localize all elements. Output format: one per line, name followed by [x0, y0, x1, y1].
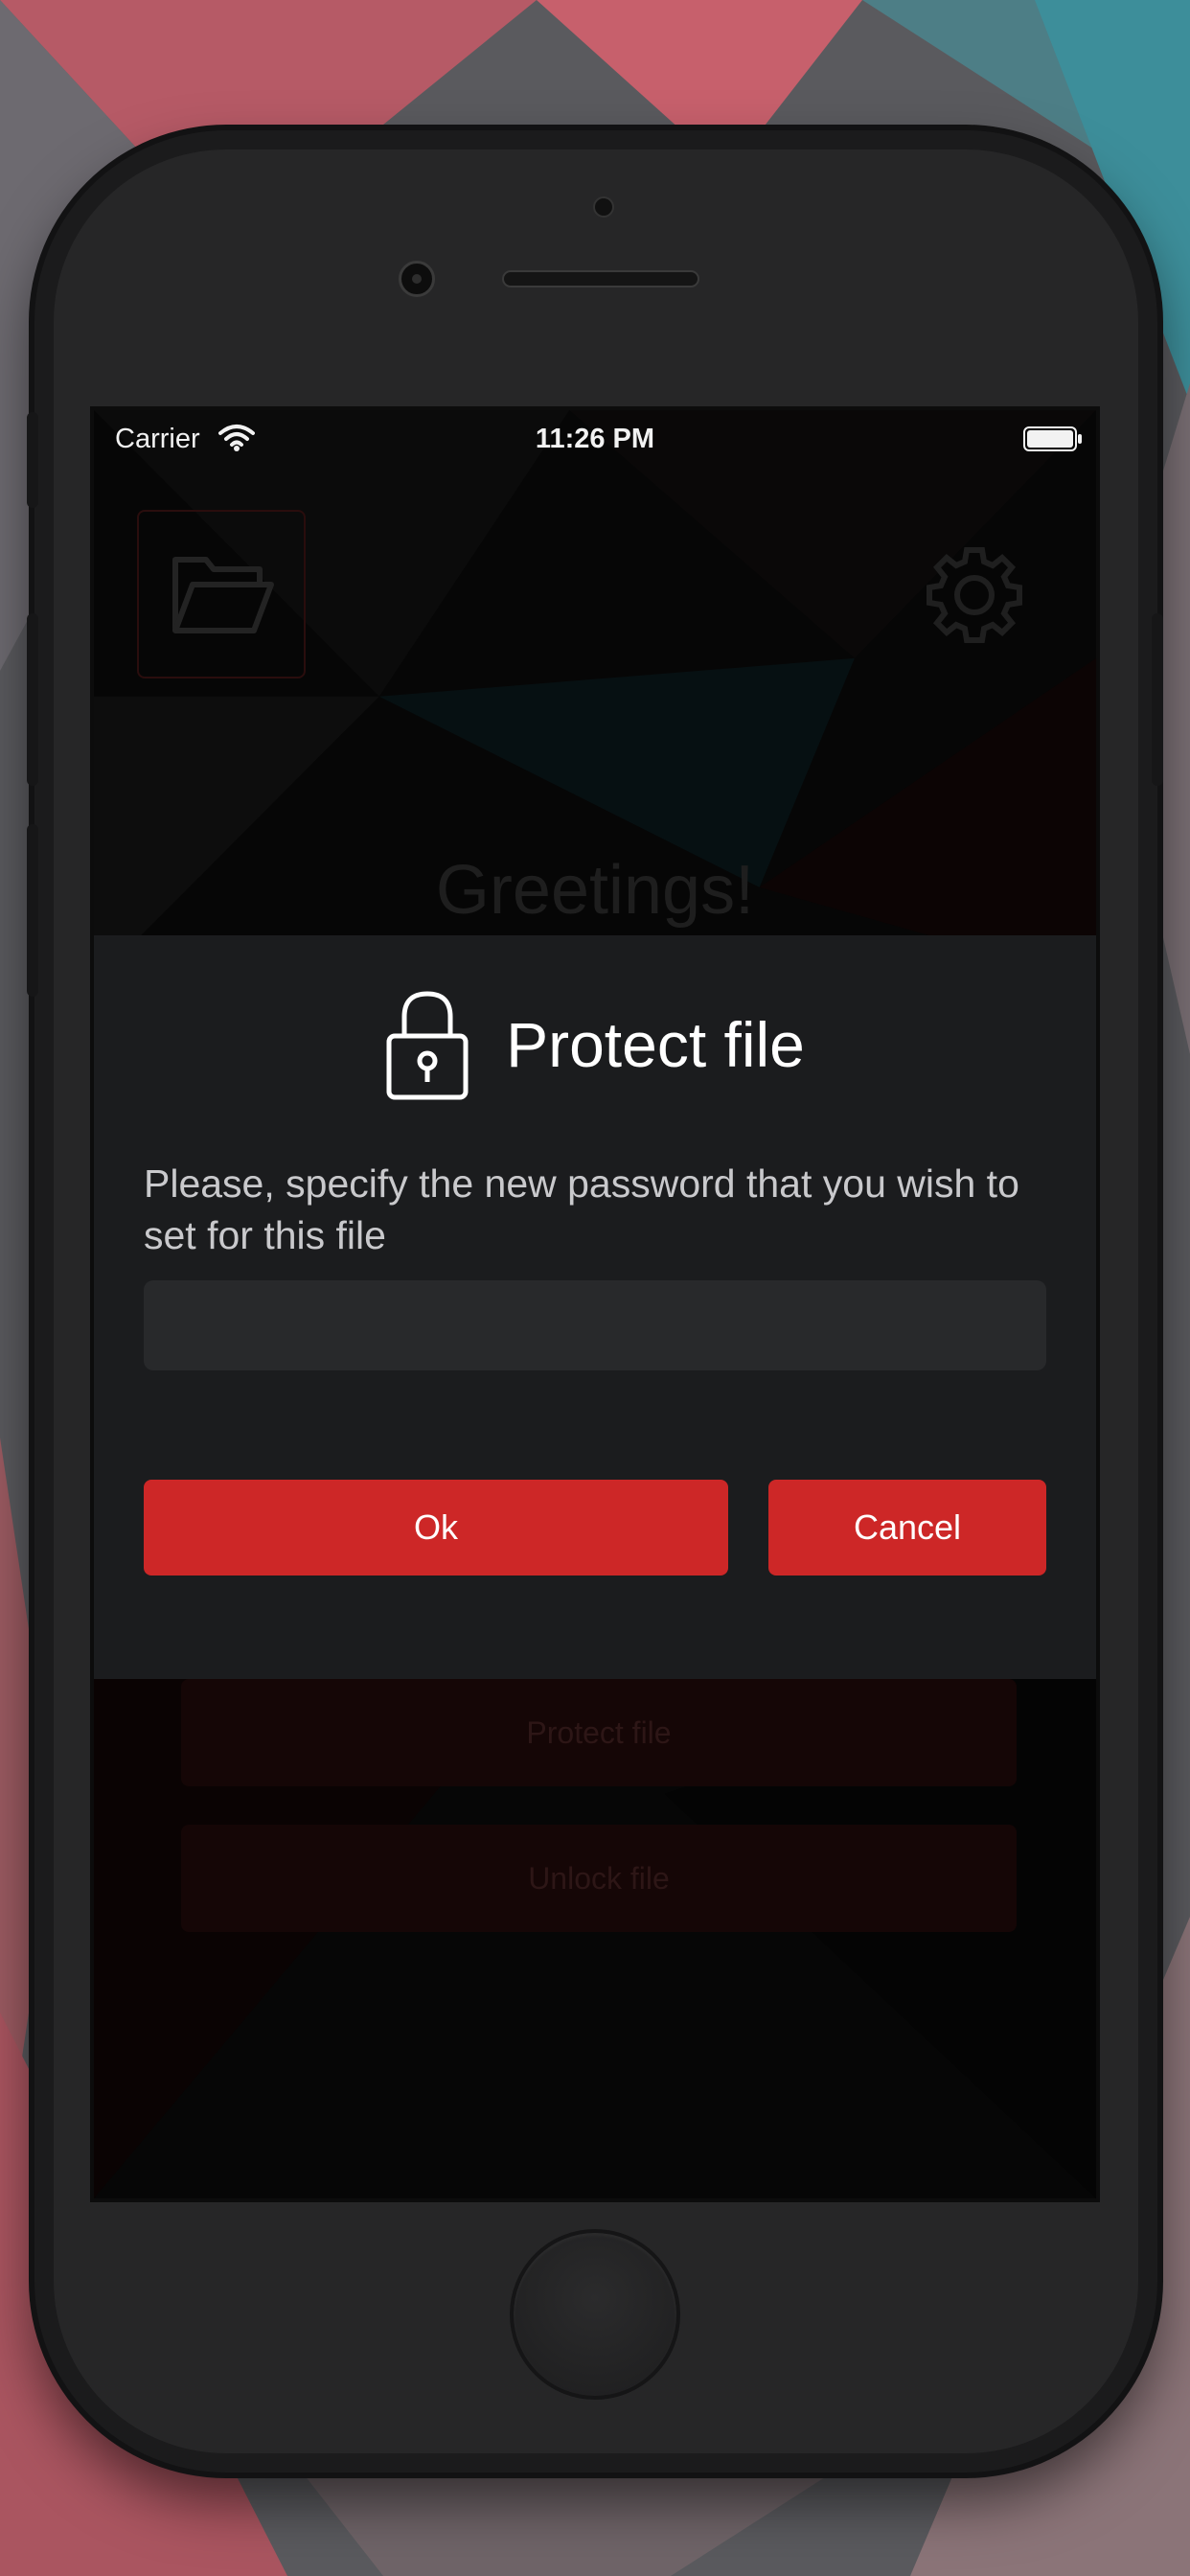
- dialog-header: Protect file: [94, 987, 1096, 1102]
- clock: 11:26 PM: [535, 424, 655, 454]
- status-bar: Carrier 11:26 PM: [94, 410, 1096, 472]
- battery-icon: [1023, 426, 1082, 451]
- folder-open-icon: [172, 557, 274, 633]
- device-screen: Carrier 11:26 PM Greetings! Protect file…: [90, 406, 1100, 2202]
- dialog-message: Please, specify the new password that yo…: [144, 1162, 1019, 1257]
- unlock-file-button[interactable]: Unlock file: [181, 1825, 1017, 1932]
- earpiece-speaker: [502, 270, 699, 288]
- power-button: [1152, 613, 1163, 786]
- proximity-sensor: [593, 196, 614, 218]
- lock-icon: [386, 991, 469, 1100]
- password-field[interactable]: [144, 1280, 1046, 1370]
- front-camera: [399, 261, 435, 297]
- protect-file-dialog: Protect file Please, specify the new pas…: [94, 935, 1096, 1679]
- volume-down-button: [27, 824, 38, 997]
- volume-up-button: [27, 613, 38, 786]
- dialog-title: Protect file: [506, 1009, 805, 1080]
- mute-switch: [27, 412, 38, 508]
- greeting-title: Greetings!: [435, 852, 755, 929]
- gear-icon[interactable]: [924, 544, 1025, 646]
- protect-file-button[interactable]: Protect file: [181, 1679, 1017, 1786]
- cancel-button[interactable]: Cancel: [768, 1480, 1046, 1576]
- ok-button[interactable]: Ok: [144, 1480, 728, 1576]
- open-file-button[interactable]: [137, 510, 306, 678]
- home-button[interactable]: [510, 2229, 680, 2400]
